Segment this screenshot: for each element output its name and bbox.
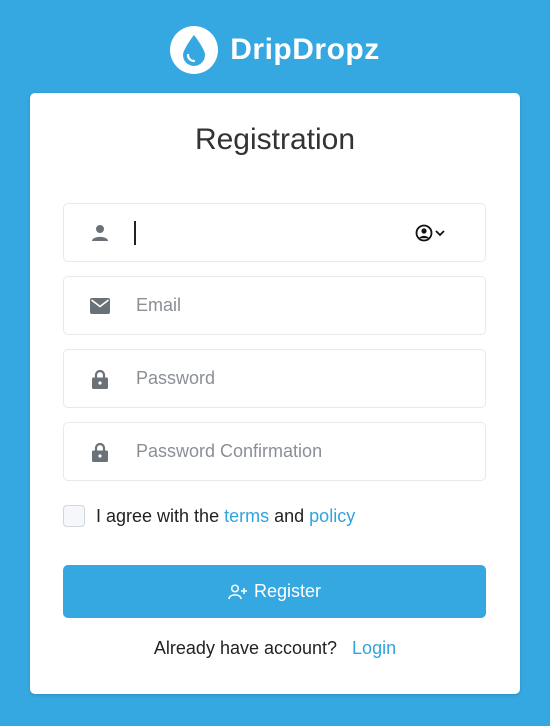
- username-field[interactable]: [63, 203, 486, 262]
- avatar-select[interactable]: [415, 224, 445, 242]
- agree-row: I agree with the terms and policy: [63, 505, 355, 527]
- agree-and: and: [274, 505, 305, 526]
- username-input[interactable]: [136, 204, 415, 261]
- registration-card: Registration Email I agree with the term…: [30, 93, 520, 694]
- email-field[interactable]: [63, 276, 486, 335]
- login-prompt-row: Already have account? Login: [30, 638, 520, 659]
- envelope-icon: [64, 297, 136, 314]
- password-input[interactable]: [136, 350, 485, 407]
- login-link[interactable]: Login: [352, 638, 396, 658]
- page-title: Registration: [194, 123, 356, 156]
- agree-label: I agree with the terms and policy: [96, 506, 355, 527]
- water-drop-icon: [170, 26, 219, 74]
- email-input[interactable]: [136, 277, 485, 334]
- register-label: Register: [253, 581, 322, 601]
- password-confirmation-field[interactable]: [63, 422, 486, 481]
- policy-link[interactable]: policy: [309, 506, 355, 526]
- login-prompt: Already have account?: [153, 638, 338, 658]
- user-icon: [64, 224, 136, 242]
- password-field[interactable]: [63, 349, 486, 408]
- user-plus-icon: [228, 583, 247, 599]
- brand-name: DripDropz: [230, 33, 380, 66]
- brand-header: DripDropz: [0, 26, 550, 74]
- chevron-down-icon: [435, 229, 445, 236]
- agree-checkbox[interactable]: [63, 505, 85, 527]
- terms-link[interactable]: terms: [224, 506, 269, 526]
- register-button[interactable]: Register: [63, 565, 486, 618]
- agree-prefix: I agree with the: [96, 505, 220, 526]
- lock-icon: [64, 369, 136, 389]
- user-circle-icon: [415, 224, 433, 241]
- lock-icon: [64, 442, 136, 462]
- password-confirmation-input[interactable]: [136, 423, 485, 480]
